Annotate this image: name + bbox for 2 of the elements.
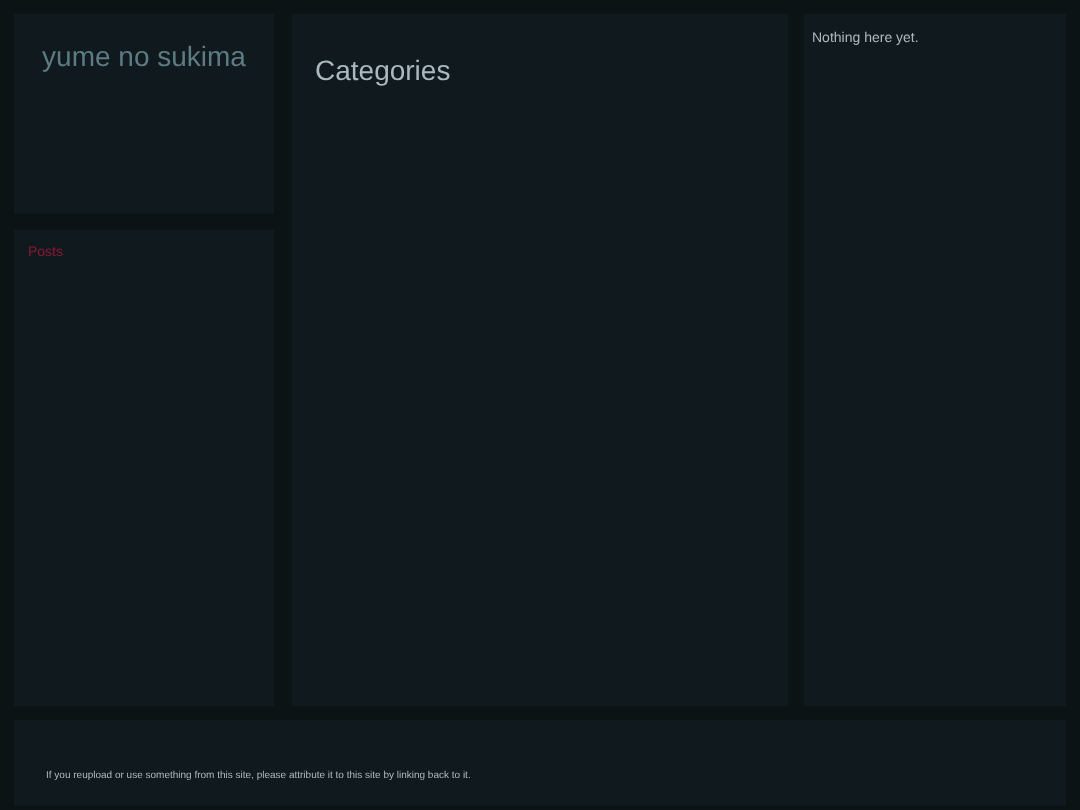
page-heading: Categories bbox=[315, 54, 453, 86]
site-title[interactable]: yume no sukima bbox=[42, 40, 246, 72]
